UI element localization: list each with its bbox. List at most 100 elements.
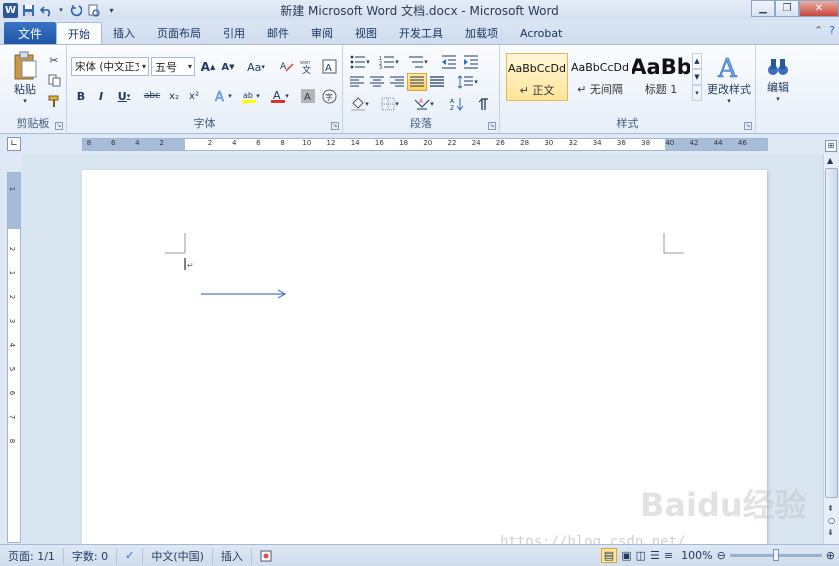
- full-screen-view-icon[interactable]: ▣: [621, 549, 631, 562]
- tab-page-layout[interactable]: 页面布局: [146, 22, 212, 44]
- tab-mailings[interactable]: 邮件: [256, 22, 300, 44]
- print-preview-icon[interactable]: [86, 3, 101, 18]
- styles-more-icon[interactable]: ▾: [692, 85, 702, 101]
- phonetic-guide-icon[interactable]: wén 文: [298, 57, 318, 75]
- page-count[interactable]: 页面: 1/1: [0, 547, 64, 564]
- change-case-button[interactable]: Aa ▾: [244, 58, 268, 76]
- zoom-in-icon[interactable]: ⊕: [826, 549, 835, 562]
- format-painter-icon[interactable]: [44, 92, 64, 110]
- multilevel-list-button[interactable]: ▾: [405, 53, 431, 71]
- shrink-font-button[interactable]: A ▼: [218, 58, 238, 76]
- show-hide-marks-icon[interactable]: [474, 95, 494, 113]
- enclose-characters-icon[interactable]: 字: [319, 87, 339, 105]
- numbering-button[interactable]: 1 2 3 ▾: [376, 53, 402, 71]
- zoom-slider[interactable]: [729, 549, 822, 561]
- outline-view-icon[interactable]: ☰: [650, 549, 660, 562]
- paste-button[interactable]: 粘贴 ▾: [8, 49, 42, 107]
- styles-scroll-up-icon[interactable]: ▲: [692, 53, 702, 69]
- draft-view-icon[interactable]: ≡: [664, 549, 673, 562]
- line-spacing-button[interactable]: ▾: [455, 73, 481, 91]
- sort-icon[interactable]: AZ: [447, 95, 467, 113]
- align-left-icon[interactable]: [347, 73, 367, 91]
- customize-qat-icon[interactable]: ▾: [104, 3, 119, 18]
- clipboard-launcher-icon[interactable]: ↘: [55, 122, 63, 130]
- horizontal-ruler[interactable]: 8 6 4 2 2 4 6 8 10 12 14 16 18 20 22 24 26 28 30 32 34 36 38 40…: [82, 138, 768, 151]
- shading-button[interactable]: ▾: [347, 95, 373, 113]
- character-shading-icon[interactable]: A: [298, 87, 318, 105]
- style-heading-1[interactable]: AaBb 标题 1: [632, 53, 690, 101]
- tab-references[interactable]: 引用: [212, 22, 256, 44]
- web-layout-view-icon[interactable]: ◫: [636, 549, 646, 562]
- character-border-icon[interactable]: A: [319, 57, 339, 75]
- tab-review[interactable]: 审阅: [300, 22, 344, 44]
- tab-home[interactable]: 开始: [56, 22, 102, 44]
- bullets-button[interactable]: ▾: [347, 53, 373, 71]
- clear-formatting-icon[interactable]: A: [277, 57, 297, 75]
- prev-page-icon[interactable]: ⇞: [827, 504, 834, 513]
- zoom-slider-knob[interactable]: [772, 549, 779, 561]
- strikethrough-button[interactable]: abc: [141, 87, 163, 105]
- styles-scroll-down-icon[interactable]: ▼: [692, 69, 702, 85]
- tab-developer[interactable]: 开发工具: [388, 22, 454, 44]
- styles-launcher-icon[interactable]: ↘: [744, 122, 752, 130]
- undo-dropdown-icon[interactable]: ▾: [57, 3, 65, 18]
- restore-button[interactable]: ❐: [775, 0, 799, 17]
- bold-button[interactable]: B: [71, 87, 91, 105]
- copy-icon[interactable]: [44, 71, 64, 89]
- print-layout-view-icon[interactable]: ▤: [600, 548, 618, 563]
- tab-selector-icon[interactable]: ∟: [7, 137, 21, 151]
- font-launcher-icon[interactable]: ↘: [331, 122, 339, 130]
- scroll-up-icon[interactable]: ▲: [827, 156, 833, 165]
- word-logo-icon[interactable]: W: [3, 2, 18, 18]
- italic-button[interactable]: I: [91, 87, 111, 105]
- justify-icon[interactable]: [407, 73, 427, 91]
- text-effects-button[interactable]: A ▾: [210, 87, 236, 105]
- editing-button[interactable]: 编辑 ▾: [760, 49, 796, 109]
- undo-icon[interactable]: [39, 3, 54, 18]
- align-right-icon[interactable]: [387, 73, 407, 91]
- grow-font-button[interactable]: A ▲: [198, 58, 218, 76]
- font-size-combo[interactable]: 五号 ▾: [151, 57, 195, 76]
- redo-icon[interactable]: [68, 3, 83, 18]
- tab-insert[interactable]: 插入: [102, 22, 146, 44]
- borders-button[interactable]: ▾: [377, 95, 403, 113]
- tab-addins[interactable]: 加载项: [454, 22, 509, 44]
- font-name-combo[interactable]: 宋体 (中文正文 ▾: [71, 57, 149, 76]
- underline-button[interactable]: U ▾: [111, 87, 137, 105]
- language-indicator[interactable]: 中文(中国): [143, 547, 213, 564]
- minimize-button[interactable]: ▁: [751, 0, 775, 17]
- browse-object-icon[interactable]: ○: [828, 516, 835, 525]
- zoom-out-icon[interactable]: ⊖: [717, 549, 726, 562]
- collapse-ribbon-icon[interactable]: ⌃: [814, 24, 823, 37]
- font-color-button[interactable]: A ▾: [267, 87, 293, 105]
- save-icon[interactable]: [21, 3, 36, 18]
- help-icon[interactable]: ?: [829, 24, 835, 37]
- tab-view[interactable]: 视图: [344, 22, 388, 44]
- superscript-button[interactable]: x²: [184, 87, 204, 105]
- proofing-icon[interactable]: ✓: [117, 547, 144, 564]
- zoom-level[interactable]: 100%: [681, 549, 712, 562]
- decrease-indent-icon[interactable]: [439, 53, 459, 71]
- paragraph-launcher-icon[interactable]: ↘: [488, 122, 496, 130]
- style-normal[interactable]: AaBbCcDd ↵ 正文: [506, 53, 568, 101]
- macro-record-icon[interactable]: [252, 548, 280, 564]
- word-count[interactable]: 字数: 0: [64, 547, 118, 564]
- chinese-layout-button[interactable]: A ▾: [411, 95, 437, 113]
- next-page-icon[interactable]: ⇟: [827, 528, 834, 537]
- tab-acrobat[interactable]: Acrobat: [509, 22, 573, 44]
- scrollbar-thumb[interactable]: [825, 168, 838, 498]
- increase-indent-icon[interactable]: [461, 53, 481, 71]
- align-center-icon[interactable]: [367, 73, 387, 91]
- subscript-button[interactable]: x₂: [164, 87, 184, 105]
- cut-icon[interactable]: ✂: [44, 51, 64, 69]
- style-no-spacing[interactable]: AaBbCcDd ↵ 无间隔: [569, 53, 631, 101]
- tab-file[interactable]: 文件: [4, 22, 56, 44]
- highlight-color-button[interactable]: ab ▾: [238, 87, 264, 105]
- close-button[interactable]: ✕: [799, 0, 839, 17]
- distributed-icon[interactable]: [427, 73, 447, 91]
- change-styles-button[interactable]: A 更改样式 ▾: [706, 49, 752, 109]
- vertical-ruler[interactable]: 1 2 1 2 3 4 5 6 7 8: [7, 172, 21, 543]
- view-ruler-icon[interactable]: ⊞: [825, 140, 837, 152]
- insert-mode[interactable]: 插入: [213, 547, 252, 564]
- vertical-scrollbar[interactable]: ▲ ⇞ ○ ⇟: [823, 154, 839, 544]
